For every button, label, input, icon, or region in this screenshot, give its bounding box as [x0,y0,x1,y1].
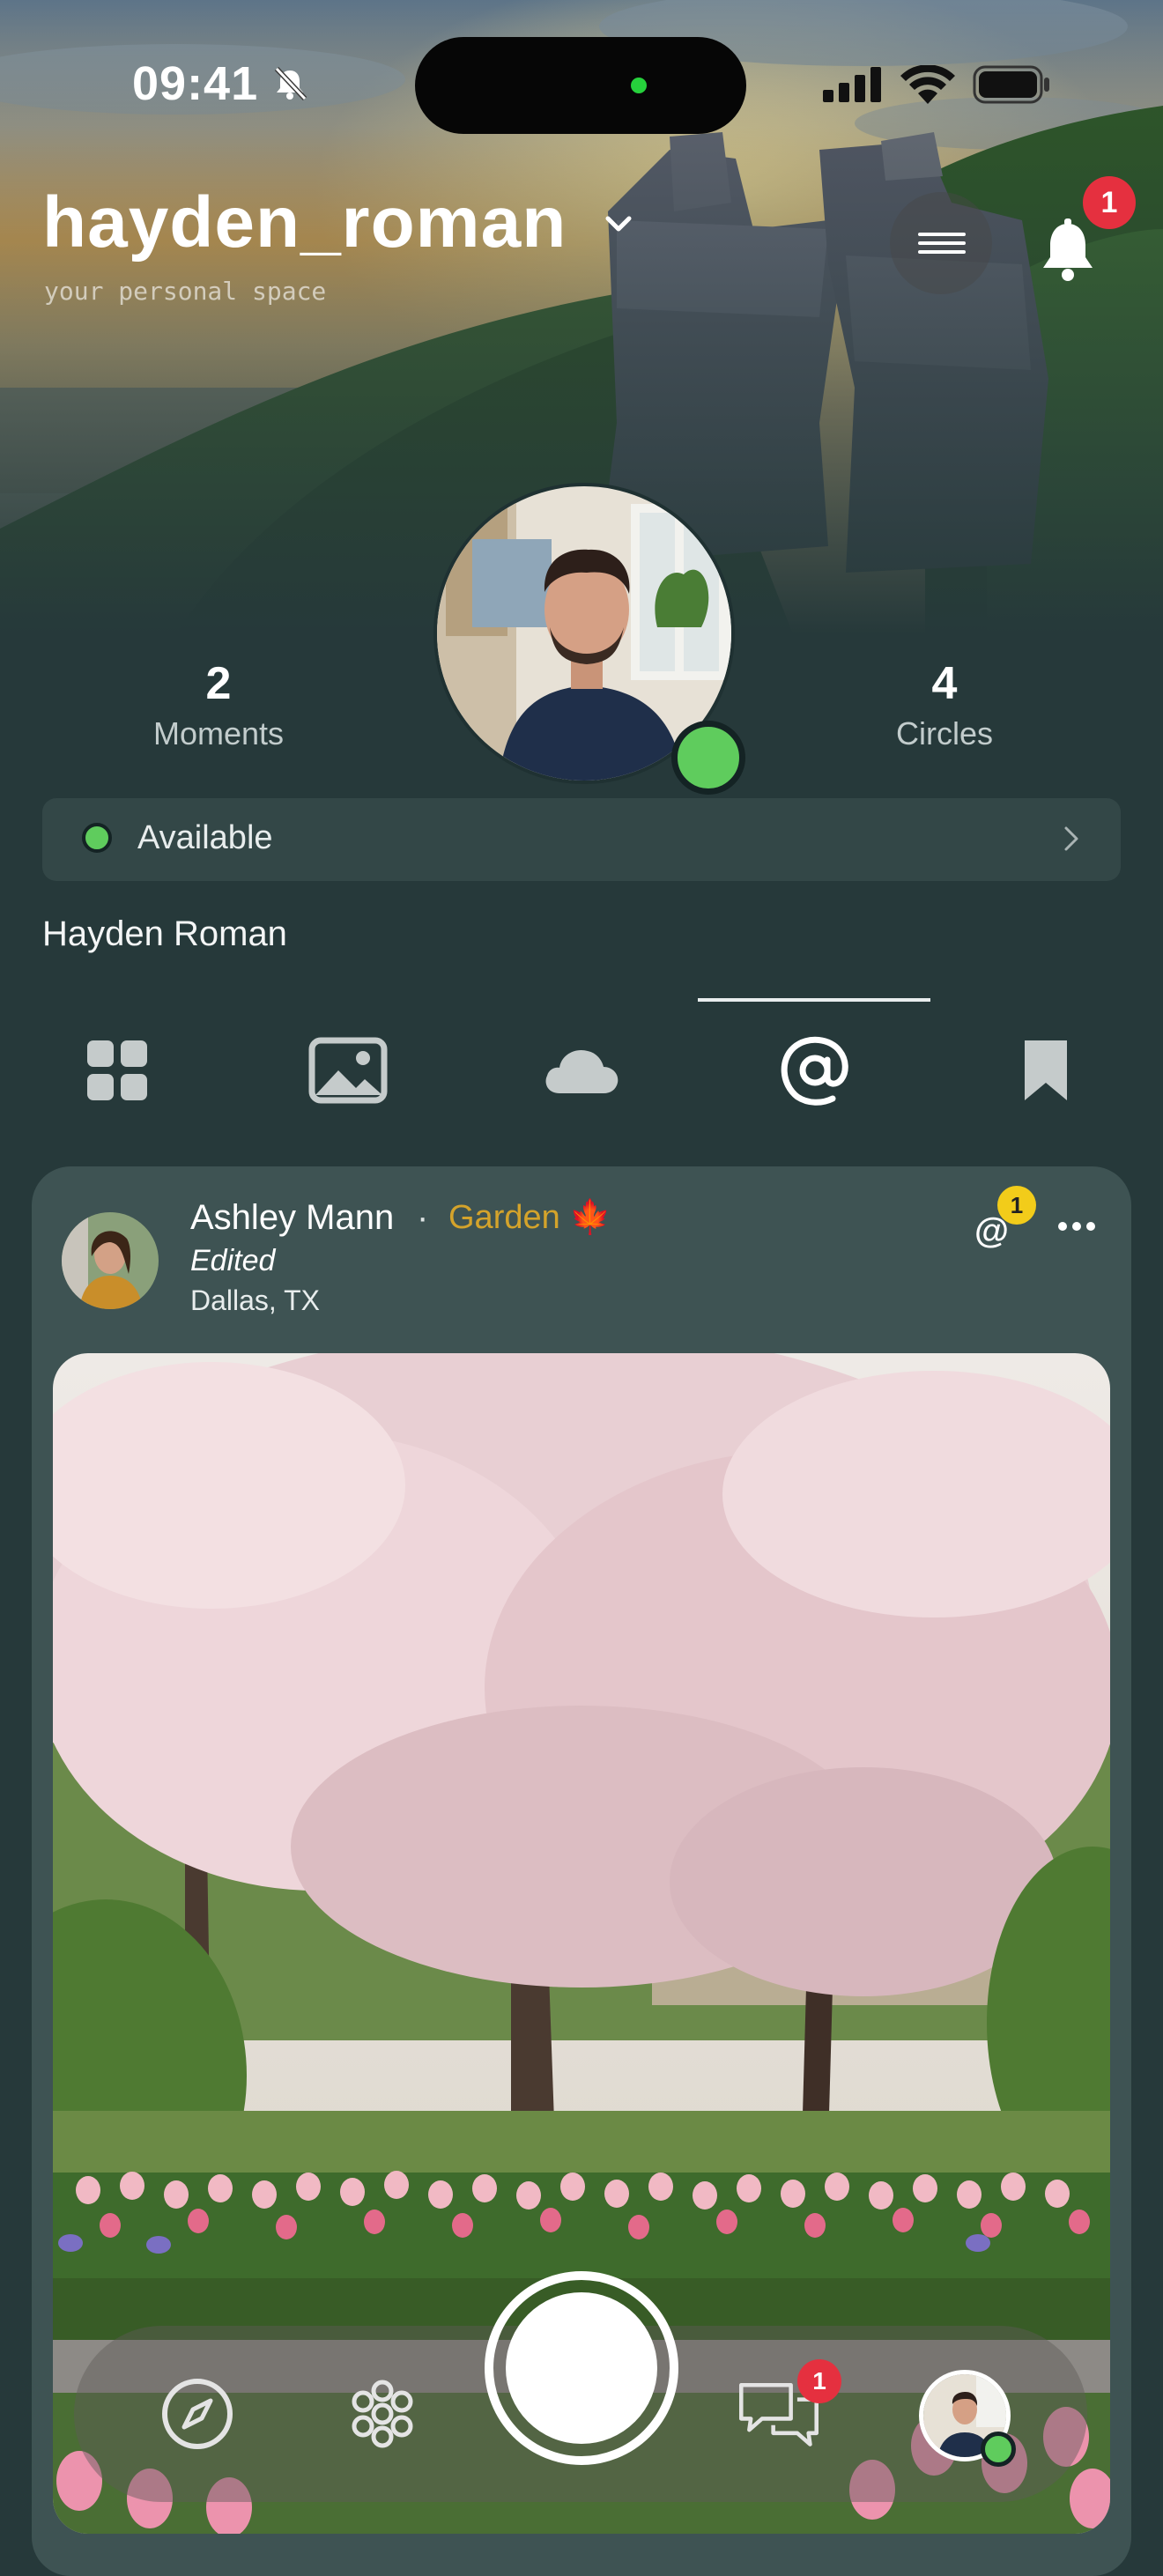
active-tab-indicator [698,998,930,1002]
menu-icon [918,233,966,254]
dynamic-island [415,37,746,134]
post-author-name[interactable]: Ashley Mann [190,1198,394,1238]
tagline: your personal space [44,277,327,306]
tab-photos[interactable] [300,1022,396,1119]
signal-icon [823,67,885,107]
mention-count-badge: 1 [997,1186,1036,1225]
post-circle-tag[interactable]: Garden 🍁 [448,1198,611,1237]
menu-button[interactable] [890,192,992,294]
post-location[interactable]: Dallas, TX [190,1284,320,1317]
wifi-icon [900,64,955,108]
circles-count[interactable]: 4 [812,657,1077,710]
moments-count[interactable]: 2 [86,657,351,710]
camera-indicator-dot [631,78,647,93]
moments-label[interactable]: Moments [86,715,351,752]
at-icon [781,1036,848,1106]
nav-circles[interactable] [338,2370,426,2458]
nav-explore[interactable] [153,2370,241,2458]
availability-dot [82,823,112,853]
battery-icon [973,65,1052,108]
tab-saved[interactable] [997,1022,1094,1119]
notification-badge: 1 [1083,176,1136,229]
grid-icon [87,1040,147,1100]
capture-button-core[interactable] [506,2292,657,2444]
post-separator: · [417,1198,429,1237]
more-options-icon[interactable] [1056,1218,1098,1240]
compass-icon [162,2379,233,2449]
cloud-icon [545,1049,619,1093]
circles-cluster-icon [352,2380,413,2448]
circles-label[interactable]: Circles [812,715,1077,752]
tab-grid[interactable] [69,1022,166,1119]
chevron-right-icon [1056,823,1087,855]
post-author-avatar[interactable] [62,1212,159,1309]
messages-badge: 1 [797,2359,841,2403]
availability-bar[interactable]: Available [42,798,1121,881]
tab-mentions[interactable] [767,1022,863,1119]
bookmark-icon [1025,1040,1067,1100]
tab-cloud[interactable] [533,1022,630,1119]
profile-full-name: Hayden Roman [42,914,287,953]
username-title[interactable]: hayden_roman [42,181,567,264]
status-bar-time: 09:41 [132,57,259,110]
post-edited-label: Edited [190,1244,276,1277]
bell-slash-icon [271,65,308,107]
online-status-indicator [671,721,745,795]
availability-label: Available [137,819,273,856]
nav-online-indicator [981,2432,1016,2467]
image-icon [308,1037,388,1104]
chevron-down-icon[interactable] [603,211,634,242]
